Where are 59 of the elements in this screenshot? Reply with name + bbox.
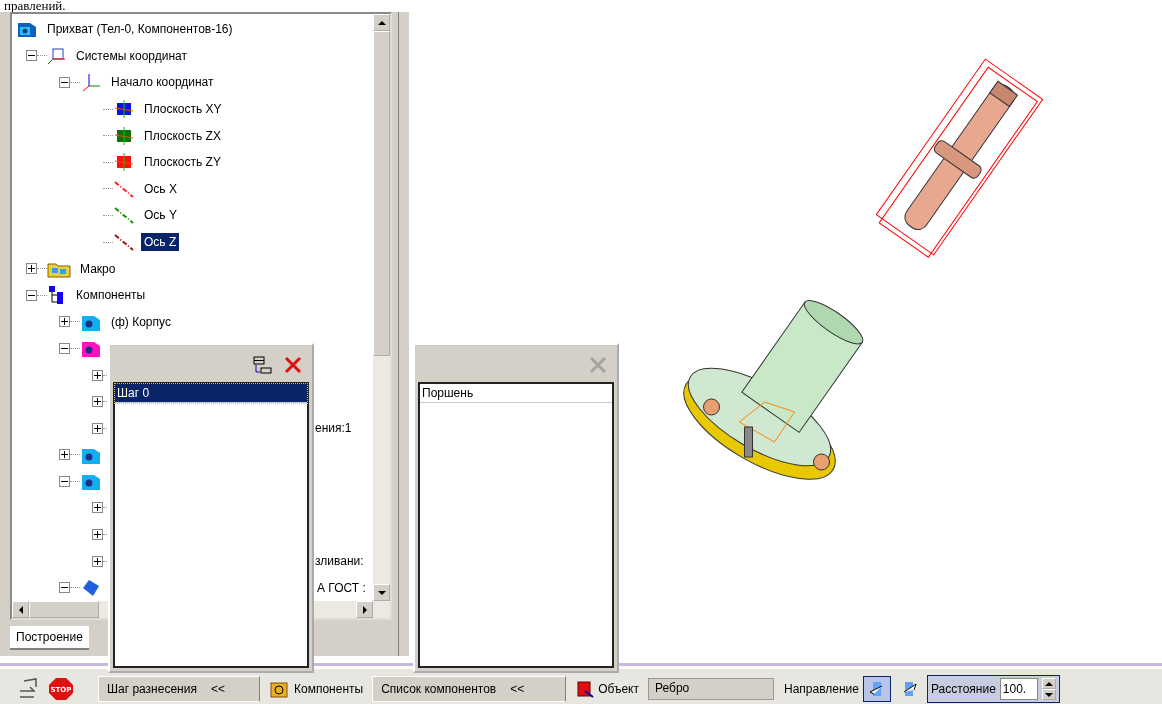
tab-label: Шаг разнесения (107, 682, 197, 697)
list-item[interactable]: Шаг 0 (115, 384, 307, 403)
tree-item[interactable]: зливани: (312, 552, 367, 571)
object-field: Ребро (648, 678, 774, 701)
expand-toggle[interactable] (92, 396, 103, 408)
expand-toggle[interactable] (92, 529, 103, 541)
expand-toggle[interactable] (92, 555, 103, 567)
collapse-toggle[interactable] (26, 50, 37, 62)
tree-arrange-icon[interactable] (251, 355, 273, 375)
tree-item[interactable]: Прихват (Тел-0, Компонентов-16) (44, 20, 236, 39)
tree-item[interactable]: Плоскость ZX (141, 126, 224, 145)
collapse-toggle[interactable] (59, 77, 70, 88)
tree-item[interactable]: А ГОСТ : (314, 578, 369, 597)
tree-item[interactable]: Компоненты (73, 286, 149, 305)
scroll-right-icon (360, 605, 369, 614)
expand-toggle[interactable] (59, 449, 70, 461)
axes-icon (80, 72, 102, 93)
object-button[interactable]: Объект (570, 675, 644, 704)
collapse-toggle[interactable] (59, 582, 70, 594)
box-icon (269, 679, 291, 700)
direction-label: Направление (784, 682, 859, 697)
spinner[interactable] (1041, 678, 1056, 701)
direction-button[interactable] (863, 676, 891, 703)
expand-toggle[interactable] (92, 502, 103, 514)
distance-label: Расстояние (931, 682, 996, 697)
tree-item[interactable]: Ось X (141, 179, 180, 198)
document-text: правлений. (3, 0, 67, 12)
cube-axes-icon (47, 46, 67, 65)
components-button[interactable]: Компоненты (264, 675, 369, 704)
scroll-down-icon (377, 588, 386, 597)
distance-input[interactable]: 100. (999, 678, 1038, 701)
collapse-chevron: << (210, 682, 225, 697)
expand-toggle[interactable] (92, 422, 103, 434)
vertical-scrollbar[interactable] (373, 14, 390, 601)
close-icon[interactable] (283, 355, 303, 375)
object-icon (575, 679, 596, 700)
tree-item[interactable]: Начало координат (108, 73, 217, 92)
tree-item[interactable]: Ось Y (141, 206, 180, 225)
collapse-chevron: << (510, 682, 525, 697)
tree-item[interactable]: Макро (77, 259, 119, 278)
panel-tab[interactable]: Построение (10, 626, 89, 650)
tree-item[interactable]: Ось Z (141, 233, 180, 252)
collapse-toggle[interactable] (59, 342, 70, 354)
collapse-toggle[interactable] (26, 289, 37, 301)
scroll-up-icon (377, 18, 386, 27)
tree-item[interactable]: Системы координат (73, 46, 190, 65)
tree-item[interactable]: Плоскость ZY (141, 153, 224, 172)
panel-tab[interactable]: Список компонентов << (372, 676, 567, 703)
expand-toggle[interactable] (26, 263, 37, 275)
expand-toggle[interactable] (59, 316, 70, 328)
tree-item[interactable]: ения:1 (312, 419, 355, 438)
tree-item[interactable]: (ф) Корпус (108, 312, 174, 331)
expand-toggle[interactable] (92, 369, 103, 381)
fastener-icon (80, 577, 102, 598)
tree-item[interactable]: Плоскость XY (141, 100, 225, 119)
splitter[interactable] (398, 12, 409, 656)
panel-tab[interactable]: Шаг разнесения << (98, 676, 260, 703)
collapse-toggle[interactable] (59, 475, 70, 487)
tab-label: Список компонентов (381, 682, 497, 697)
